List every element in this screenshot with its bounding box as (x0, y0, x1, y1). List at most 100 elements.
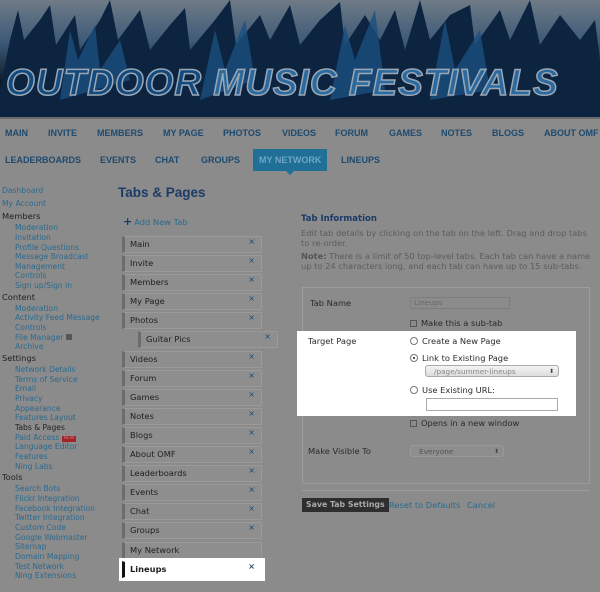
tab-item[interactable]: Notes × (122, 406, 262, 425)
remove-tab-icon[interactable]: × (248, 406, 255, 421)
sidebar-item[interactable]: Terms of Service (2, 375, 112, 385)
sidebar-item[interactable]: Ning Extensions (2, 571, 112, 581)
cancel-link[interactable]: Cancel (467, 500, 495, 510)
remove-tab-icon[interactable]: × (248, 368, 255, 383)
sidebar-item[interactable]: Controls (2, 323, 112, 333)
sidebar-item[interactable]: Sign up/Sign in (2, 281, 112, 291)
url-input[interactable] (426, 398, 558, 411)
sidebar-item[interactable]: Google Webmaster (2, 533, 112, 543)
sidebar-item[interactable]: Language Editor (2, 442, 112, 452)
radio-create-new-page[interactable]: Create a New Page (410, 336, 501, 346)
radio-link-existing-page[interactable]: Link to Existing Page (410, 353, 508, 363)
tab-item[interactable]: Groups × (122, 520, 262, 540)
existing-page-select[interactable]: /page/summer-lineups ⬍ (425, 365, 559, 377)
tab-item[interactable]: Invite × (122, 253, 262, 273)
remove-tab-icon[interactable]: × (248, 559, 255, 574)
nav-item-my-network[interactable]: MY NETWORK (253, 149, 328, 175)
tab-item[interactable]: Members × (122, 272, 262, 292)
nav-item-invite[interactable]: INVITE (48, 128, 77, 138)
sidebar-item[interactable]: Activity Feed Message (2, 313, 112, 323)
reset-defaults-link[interactable]: Reset to Defaults (389, 500, 460, 510)
sidebar-item[interactable]: Sitemap (2, 542, 112, 552)
sidebar-item[interactable]: File Manager (2, 333, 112, 343)
site-logo[interactable]: OUTDOOR MUSIC FESTIVALS (5, 61, 559, 104)
sidebar-item[interactable]: Facebook Integration (2, 504, 112, 514)
nav-item-main[interactable]: MAIN (5, 128, 28, 138)
sidebar-item[interactable]: Email (2, 384, 112, 394)
subtab-checkbox[interactable]: Make this a sub-tab (410, 318, 502, 328)
sidebar-item[interactable]: Test Network (2, 562, 112, 572)
radio-use-existing-url[interactable]: Use Existing URL: (410, 385, 495, 395)
sidebar-item[interactable]: Invitation (2, 233, 112, 243)
tab-item[interactable]: Photos × (122, 310, 262, 330)
sidebar-item[interactable]: Message Broadcast (2, 252, 112, 262)
visible-to-select[interactable]: Everyone ⬍ (410, 445, 504, 457)
nav-item-chat[interactable]: CHAT (155, 155, 179, 165)
add-new-tab-link[interactable]: + Add New Tab (123, 215, 188, 228)
save-tab-settings-button[interactable]: Save Tab Settings (302, 498, 389, 512)
sidebar-item[interactable]: Moderation (2, 304, 112, 314)
remove-tab-icon[interactable]: × (248, 310, 255, 325)
nav-item-games[interactable]: GAMES (389, 128, 422, 138)
remove-tab-icon[interactable]: × (248, 387, 255, 402)
nav-item-about-omf[interactable]: ABOUT OMF (544, 128, 599, 138)
remove-tab-icon[interactable]: × (248, 444, 255, 459)
remove-tab-icon[interactable]: × (248, 349, 255, 364)
nav-item-groups[interactable]: GROUPS (201, 155, 240, 165)
tab-item[interactable]: Leaderboards × (122, 463, 262, 483)
sidebar-item[interactable]: Twitter Integration (2, 513, 112, 523)
remove-tab-icon[interactable]: × (248, 234, 255, 249)
sidebar-item[interactable]: Privacy (2, 394, 112, 404)
remove-tab-icon[interactable]: × (248, 463, 255, 478)
tab-name-input[interactable]: Lineups (410, 297, 510, 309)
tab-item[interactable]: Games × (122, 387, 262, 406)
nav-item-events[interactable]: EVENTS (100, 155, 136, 165)
nav-item-members[interactable]: MEMBERS (97, 128, 143, 138)
remove-tab-icon[interactable]: × (248, 501, 255, 516)
sidebar-link-my-account[interactable]: My Account (2, 198, 112, 211)
sidebar-item[interactable]: Features (2, 452, 112, 462)
tab-item[interactable]: Lineups × (122, 559, 262, 578)
nav-item-leaderboards[interactable]: LEADERBOARDS (5, 155, 81, 165)
nav-item-notes[interactable]: NOTES (441, 128, 472, 138)
sidebar-item[interactable]: Custom Code (2, 523, 112, 533)
tab-item[interactable]: Forum × (122, 368, 262, 387)
nav-item-blogs[interactable]: BLOGS (492, 128, 524, 138)
remove-tab-icon[interactable]: × (248, 253, 255, 268)
sidebar-item[interactable]: Appearance (2, 404, 112, 414)
remove-tab-icon[interactable]: × (248, 272, 255, 287)
new-window-checkbox[interactable]: Opens in a new window (410, 418, 519, 428)
remove-tab-icon[interactable]: × (248, 520, 255, 535)
sidebar-item[interactable]: Paid Access NEW (2, 433, 112, 443)
tab-item[interactable]: Events × (122, 482, 262, 502)
sidebar-item[interactable]: Controls (2, 271, 112, 281)
tab-item[interactable]: Videos × (122, 349, 262, 368)
tab-item[interactable]: Guitar Pics × (138, 329, 278, 349)
sidebar-item[interactable]: Ning Labs (2, 462, 112, 472)
sidebar-item[interactable]: Profile Questions (2, 243, 112, 253)
remove-tab-icon[interactable]: × (248, 482, 255, 497)
remove-tab-icon[interactable]: × (248, 425, 255, 440)
tab-item[interactable]: Blogs × (122, 425, 262, 444)
sidebar-item[interactable]: Management (2, 262, 112, 272)
sidebar-item[interactable]: Features Layout (2, 413, 112, 423)
nav-item-videos[interactable]: VIDEOS (282, 128, 316, 138)
nav-item-my-page[interactable]: MY PAGE (163, 128, 204, 138)
remove-tab-icon[interactable]: × (248, 291, 255, 306)
sidebar-item[interactable]: Flickr Integration (2, 494, 112, 504)
sidebar-item[interactable]: Search Bots (2, 484, 112, 494)
sidebar-item[interactable]: Moderation (2, 223, 112, 233)
nav-item-forum[interactable]: FORUM (335, 128, 368, 138)
sidebar-item[interactable]: Domain Mapping (2, 552, 112, 562)
tab-item[interactable]: Main × (122, 236, 262, 253)
sidebar-item[interactable]: Archive (2, 342, 112, 352)
remove-tab-icon[interactable]: × (264, 329, 271, 344)
tab-item[interactable]: My Network (122, 541, 262, 559)
tab-item[interactable]: Chat × (122, 501, 262, 521)
nav-item-photos[interactable]: PHOTOS (223, 128, 261, 138)
sidebar-item[interactable]: Tabs & Pages (2, 423, 112, 433)
sidebar-item[interactable]: Network Details (2, 365, 112, 375)
tab-item[interactable]: My Page × (122, 291, 262, 311)
nav-item-lineups[interactable]: LINEUPS (341, 155, 380, 165)
tab-item[interactable]: About OMF × (122, 444, 262, 464)
